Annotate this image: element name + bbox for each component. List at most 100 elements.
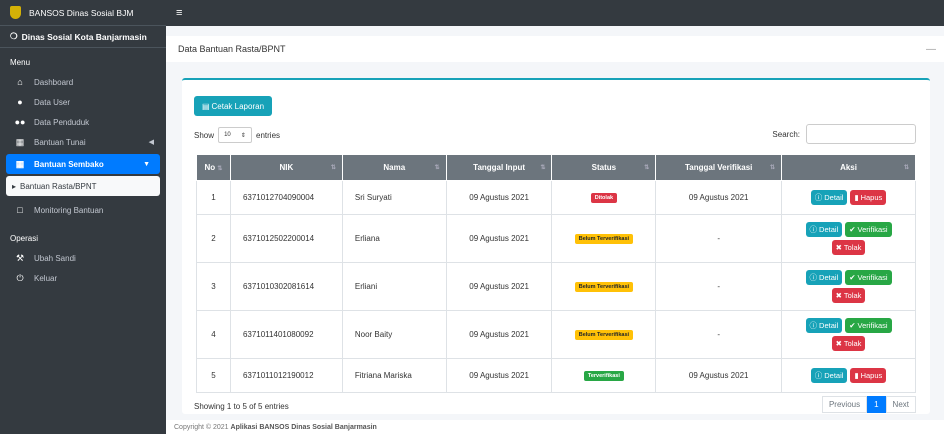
brand[interactable]: BANSOS Dinas Sosial BJM (0, 0, 166, 26)
tolak-button[interactable]: ✖ Tolak (831, 336, 866, 351)
sidebar-item-data-user[interactable]: ● Data User (0, 92, 166, 112)
trash-icon: ▮ (854, 193, 859, 202)
sidebar-item-label: Data Penduduk (34, 117, 90, 127)
col-nama[interactable]: Nama ⇅ (341, 154, 447, 181)
status-badge: Belum Terverifikasi (574, 330, 634, 340)
sort-icon: ⇅ (770, 165, 776, 171)
table-icon: ▦ (15, 136, 25, 147)
users-icon: ●● (14, 117, 26, 127)
col-tanggal-input[interactable]: Tanggal Input ⇅ (445, 154, 553, 181)
col-tanggal-verifikasi[interactable]: Tanggal Verifikasi ⇅ (655, 154, 783, 181)
entries-label: entries (256, 130, 281, 140)
sort-icon: ⇅ (903, 165, 909, 171)
info-icon: ⓘ (809, 273, 818, 282)
info-icon: ⓘ (809, 225, 818, 234)
hapus-button[interactable]: ▮ Hapus (850, 368, 887, 383)
cell-aksi: ⓘ Detail ✔ Verifikasi ✖ Tolak (781, 262, 916, 311)
sidebar-item-monitoring[interactable]: □ Monitoring Bantuan (0, 200, 166, 220)
sidebar-item-data-penduduk[interactable]: ●● Data Penduduk (0, 112, 166, 132)
cell-nama: Erliani (341, 262, 447, 311)
home-icon: ⌂ (17, 77, 23, 87)
footer-copyright: Copyright © 2021 (174, 423, 229, 431)
data-card: ▤ Cetak Laporan Show 10 ⇕ entries Search… (182, 78, 930, 414)
table-row: 5 6371011012190012 Fitriana Mariska 09 A… (196, 358, 916, 393)
cell-nik: 6371012502200014 (229, 214, 343, 263)
content-header: Data Bantuan Rasta/BPNT — (166, 36, 944, 62)
topbar: ≡ (166, 0, 944, 26)
tolak-button[interactable]: ✖ Tolak (831, 288, 866, 303)
cell-aksi: ⓘ Detail ▮ Hapus (781, 180, 916, 215)
chevron-down-icon: ▼ (143, 160, 150, 168)
check-icon: ✔ (849, 225, 856, 234)
sidebar-item-ubah-sandi[interactable]: ⚒ Ubah Sandi (0, 248, 166, 268)
search-input[interactable] (806, 124, 916, 144)
table-row: 1 6371012704090004 Sri Suryati 09 Agustu… (196, 180, 916, 215)
sort-icon: ⇅ (330, 165, 336, 171)
verifikasi-button[interactable]: ✔ Verifikasi (845, 222, 892, 237)
sidebar-item-label: Keluar (34, 273, 58, 283)
sidebar-item-bantuan-tunai[interactable]: ▦ Bantuan Tunai ◀ (0, 132, 166, 152)
cell-nama: Sri Suryati (341, 180, 447, 215)
sidebar-item-dashboard[interactable]: ⌂ Dashboard (0, 72, 166, 92)
cell-aksi: ⓘ Detail ✔ Verifikasi ✖ Tolak (781, 310, 916, 359)
next-button[interactable]: Next (885, 396, 916, 413)
check-icon: ✔ (849, 273, 856, 282)
hapus-button[interactable]: ▮ Hapus (850, 190, 887, 205)
col-status[interactable]: Status ⇅ (551, 154, 657, 181)
cell-no: 2 (196, 214, 231, 263)
detail-button[interactable]: ⓘ Detail (805, 318, 843, 333)
verifikasi-button[interactable]: ✔ Verifikasi (845, 270, 892, 285)
sidebar-item-bantuan-rasta[interactable]: ▸ Bantuan Rasta/BPNT (6, 176, 160, 196)
detail-button[interactable]: ⓘ Detail (805, 222, 843, 237)
previous-button[interactable]: Previous (821, 396, 868, 413)
detail-button[interactable]: ⓘ Detail (810, 190, 848, 205)
pagination: Previous 1 Next (821, 396, 916, 413)
cell-tanggal-input: 09 Agustus 2021 (445, 262, 553, 311)
sort-icon: ⇅ (644, 165, 650, 171)
col-aksi[interactable]: Aksi ⇅ (781, 154, 916, 181)
cell-tanggal-verifikasi: - (655, 310, 783, 359)
footer-app-name: Aplikasi BANSOS Dinas Sosial Banjarmasin (230, 423, 377, 431)
show-entries: Show 10 ⇕ entries (194, 127, 280, 143)
cell-tanggal-input: 09 Agustus 2021 (445, 310, 553, 359)
sidebar-item-label: Ubah Sandi (34, 253, 76, 263)
search-label: Search: (772, 129, 800, 139)
cell-nik: 6371010302081614 (229, 262, 343, 311)
verifikasi-button[interactable]: ✔ Verifikasi (845, 318, 892, 333)
sort-icon: ⇅ (540, 165, 546, 171)
status-badge: Ditolak (590, 193, 618, 203)
cell-status: Belum Terverifikasi (551, 214, 657, 263)
minimize-icon[interactable]: — (926, 44, 936, 55)
cell-aksi: ⓘ Detail ✔ Verifikasi ✖ Tolak (781, 214, 916, 263)
entries-select[interactable]: 10 ⇕ (218, 127, 253, 143)
sidebar-item-label: Bantuan Rasta/BPNT (20, 181, 97, 191)
cell-no: 3 (196, 262, 231, 311)
col-nik[interactable]: NIK ⇅ (229, 154, 343, 181)
data-table: No ⇅ NIK ⇅ Nama ⇅ Tanggal Input ⇅ Status ⇅ T… (196, 154, 916, 393)
hamburger-icon[interactable]: ≡ (176, 7, 182, 19)
cell-tanggal-verifikasi: 09 Agustus 2021 (655, 180, 783, 215)
cell-tanggal-verifikasi: 09 Agustus 2021 (655, 358, 783, 393)
org-icon: ❍ (10, 31, 18, 41)
cell-tanggal-input: 09 Agustus 2021 (445, 214, 553, 263)
sidebar-item-keluar[interactable]: ⏻ Keluar (0, 268, 166, 288)
x-circle-icon: ✖ (835, 339, 842, 348)
logo-icon (10, 6, 21, 19)
cetak-laporan-button[interactable]: ▤ Cetak Laporan (194, 96, 272, 116)
info-icon: ⓘ (809, 321, 818, 330)
detail-button[interactable]: ⓘ Detail (810, 368, 848, 383)
sidebar-item-bantuan-sembako[interactable]: ▦ Bantuan Sembako ▼ (6, 154, 160, 174)
cell-no: 5 (196, 358, 231, 393)
print-icon: ▤ (201, 101, 210, 111)
show-label: Show (194, 130, 215, 140)
cell-no: 1 (196, 180, 231, 215)
col-no[interactable]: No ⇅ (196, 154, 231, 181)
x-circle-icon: ✖ (835, 291, 842, 300)
user-icon: ● (17, 97, 23, 107)
status-badge: Terverifikasi (583, 371, 624, 381)
footer: Copyright © 2021 Aplikasi BANSOS Dinas S… (166, 420, 944, 434)
detail-button[interactable]: ⓘ Detail (805, 270, 843, 285)
tolak-button[interactable]: ✖ Tolak (831, 240, 866, 255)
page-1-button[interactable]: 1 (867, 396, 886, 413)
sidebar: BANSOS Dinas Sosial BJM ❍ Dinas Sosial K… (0, 0, 166, 434)
